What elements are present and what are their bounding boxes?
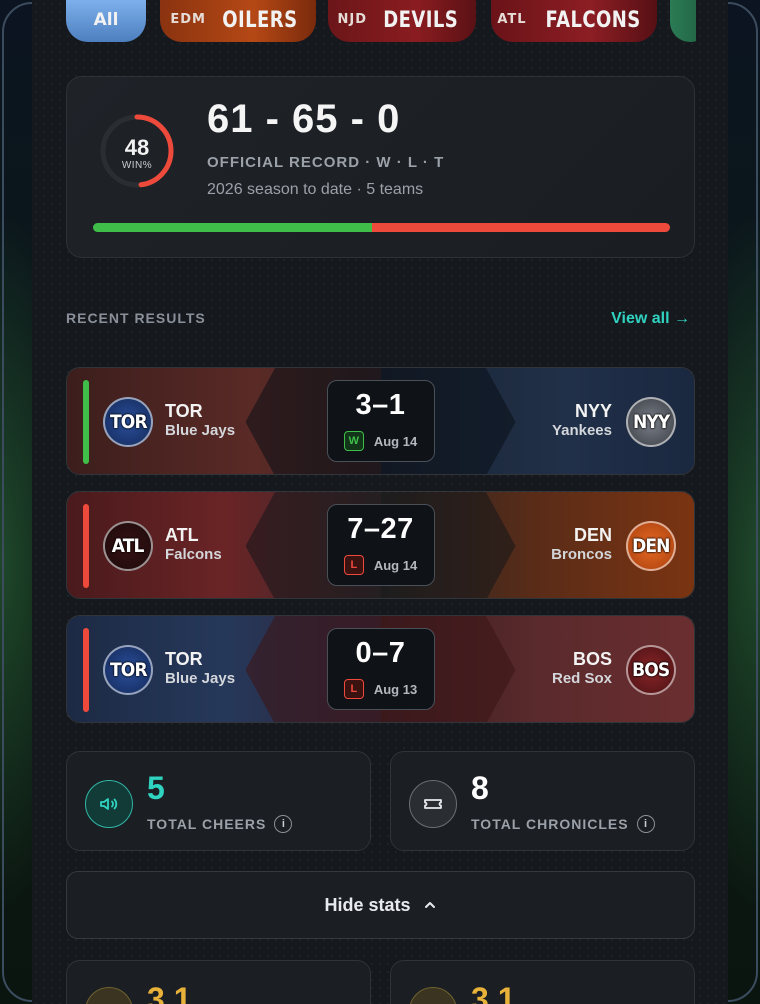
home-team: TOR Blue Jays (165, 649, 235, 689)
home-team-abbr: TOR (165, 401, 203, 421)
home-team-name: Falcons (165, 546, 222, 563)
game-date: Aug 13 (373, 681, 418, 697)
away-team: BOS Red Sox (552, 649, 612, 689)
team-logo-text: NYY (632, 411, 670, 433)
filter-chip-all[interactable]: All (66, 0, 146, 42)
result-card[interactable]: TOR TOR Blue Jays 3–1 W Aug 14 NYY Yanke… (66, 367, 695, 475)
home-team: TOR Blue Jays (165, 401, 235, 441)
chevron-up-icon (424, 902, 435, 908)
stat-icon (409, 987, 457, 1004)
home-team-name: Blue Jays (165, 670, 236, 687)
stat-value: 3.1 (471, 981, 516, 1004)
team-logo-atl: ATL (103, 521, 153, 571)
info-icon[interactable]: i (636, 815, 655, 833)
team-filter-bar: All EDM OILERS NJD DEVILS ATL FALCONS (66, 0, 696, 44)
team-logo-text: ATL (112, 535, 145, 557)
win-bar-segment (93, 223, 373, 232)
away-team-name: Yankees (551, 422, 612, 439)
home-team: ATL Falcons (165, 525, 222, 565)
record-subtitle: OFFICIAL RECORD · W · L · T (207, 154, 445, 171)
result-accent-bar (83, 628, 89, 712)
team-logo-text: TOR (109, 659, 148, 681)
hide-stats-button[interactable]: Hide stats (66, 871, 695, 939)
away-team-abbr: DEN (573, 525, 612, 545)
result-card[interactable]: ATL ATL Falcons 7–27 L Aug 14 DEN Bronco… (66, 491, 695, 599)
hide-stats-label: Hide stats (324, 894, 411, 915)
team-logo-tor: TOR (103, 397, 153, 447)
team-logo-nyy: NYY (626, 397, 676, 447)
stat-label-text: TOTAL CHEERS (147, 816, 267, 832)
away-team-abbr: BOS (572, 649, 612, 669)
filter-chip-abbr: ATL (497, 12, 527, 27)
filter-chip-name: FALCONS (544, 7, 641, 33)
record-card: 48 WIN% 61 - 65 - 0 OFFICIAL RECORD · W … (66, 76, 695, 258)
stat-label: TOTAL CHRONICLES i (471, 815, 655, 833)
stat-value: 8 (471, 770, 489, 806)
stat-value: 3.1 (147, 981, 192, 1004)
result-accent-bar (83, 504, 89, 588)
result-badge-win: W (343, 431, 364, 451)
team-logo-tor: TOR (103, 645, 153, 695)
stat-card-chronicles: 8 TOTAL CHRONICLES i (390, 751, 695, 851)
score-box: 0–7 L Aug 13 (326, 628, 435, 710)
filter-chip-abbr: NJD (337, 12, 368, 27)
game-date: Aug 14 (373, 557, 418, 573)
win-percentage-value: 48 (124, 135, 150, 160)
filter-chip-falcons[interactable]: ATL FALCONS (491, 0, 657, 42)
result-card[interactable]: TOR TOR Blue Jays 0–7 L Aug 13 BOS Red S… (66, 615, 695, 723)
team-logo-text: BOS (632, 659, 670, 681)
stat-card-peek: 3.1 (66, 960, 371, 1004)
score-box: 7–27 L Aug 14 (326, 504, 435, 586)
team-logo-bos: BOS (626, 645, 676, 695)
score-box: 3–1 W Aug 14 (326, 380, 435, 462)
away-team: NYY Yankees (552, 401, 612, 441)
team-logo-den: DEN (626, 521, 676, 571)
away-team-name: Broncos (551, 546, 612, 563)
section-title-recent-results: RECENT RESULTS (66, 310, 206, 326)
away-team: DEN Broncos (551, 525, 612, 565)
win-loss-bar (93, 223, 670, 232)
stat-icon (85, 987, 133, 1004)
filter-chip-name: OILERS (222, 7, 298, 33)
loss-bar-segment (372, 223, 670, 232)
home-team-name: Blue Jays (165, 422, 236, 439)
ticket-icon (409, 780, 457, 828)
score: 7–27 (347, 513, 414, 545)
score: 0–7 (355, 637, 406, 669)
away-team-name: Red Sox (551, 670, 612, 687)
game-date: Aug 14 (373, 433, 418, 449)
score: 3–1 (355, 389, 406, 421)
filter-chip-name: DEVILS (383, 7, 459, 33)
result-badge-loss: L (343, 555, 364, 575)
speaker-icon (85, 780, 133, 828)
filter-chip-abbr: EDM (170, 12, 206, 27)
result-badge-loss: L (343, 679, 364, 699)
view-all-link[interactable]: View all → (611, 310, 690, 328)
result-accent-bar (83, 380, 89, 464)
info-icon[interactable]: i (274, 815, 293, 833)
team-logo-text: TOR (109, 411, 148, 433)
win-percentage-label: WIN% (121, 160, 153, 171)
filter-chip-more[interactable] (670, 0, 696, 42)
record-value: 61 - 65 - 0 (207, 97, 401, 141)
stat-value: 5 (147, 770, 165, 806)
team-logo-text: DEN (632, 535, 670, 557)
stat-label: TOTAL CHEERS i (147, 815, 293, 833)
home-team-abbr: ATL (165, 525, 199, 545)
stat-label-text: TOTAL CHRONICLES (471, 816, 629, 832)
filter-chip-label: All (93, 10, 119, 30)
away-team-abbr: NYY (574, 401, 612, 421)
record-season-text: 2026 season to date · 5 teams (207, 181, 424, 198)
stat-card-peek: 3.1 (390, 960, 695, 1004)
filter-chip-devils[interactable]: NJD DEVILS (328, 0, 476, 42)
filter-chip-oilers[interactable]: EDM OILERS (160, 0, 316, 42)
home-team-abbr: TOR (165, 649, 203, 669)
stat-card-cheers: 5 TOTAL CHEERS i (66, 751, 371, 851)
